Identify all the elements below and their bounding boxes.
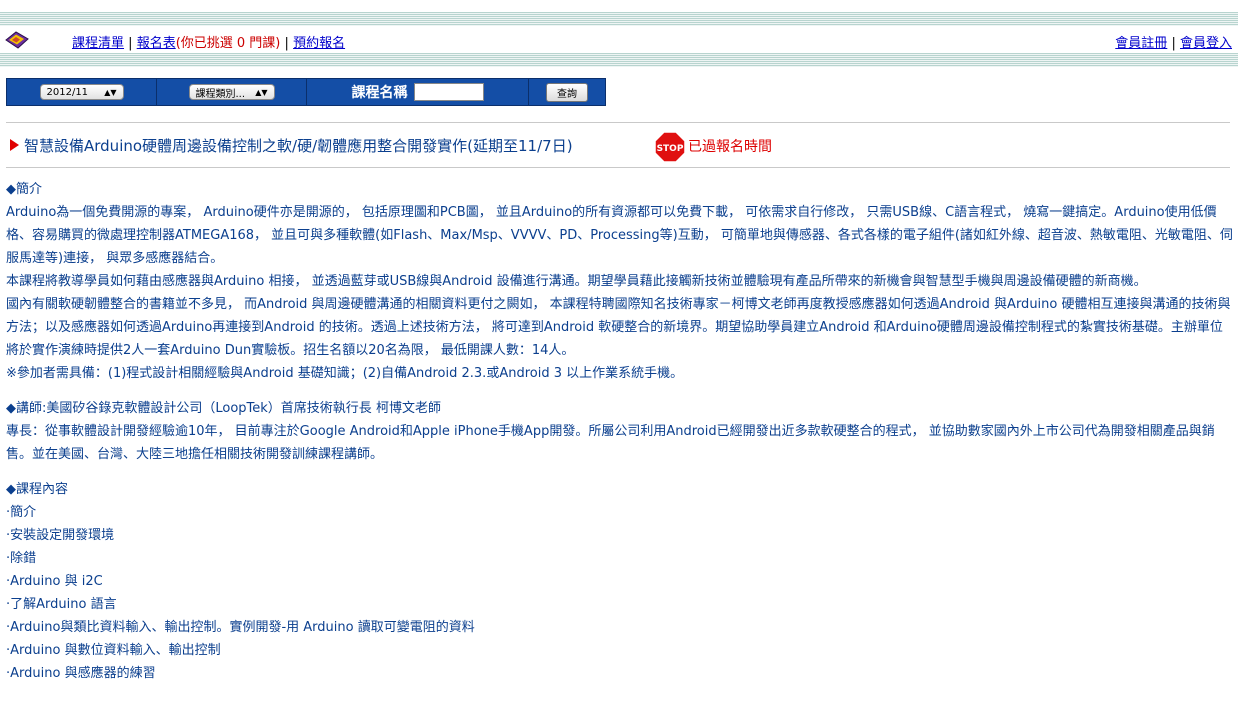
top-navigation: 課程清單 | 報名表(你已挑選 0 門課) | 預約報名 會員註冊 | 會員登入 <box>0 28 1238 52</box>
course-search-bar: 2012/11 ▲▼ 課程類別... ▲▼ 課程名稱 查詢 <box>6 78 606 106</box>
course-title: 智慧設備Arduino硬體周邊設備控制之軟/硬/韌體應用整合開發實作(延期至11… <box>24 137 573 155</box>
stop-sign-text: STOP <box>657 144 684 154</box>
category-select-value: 課程類別... <box>195 88 246 100</box>
course-name-label: 課程名稱 <box>351 85 408 101</box>
category-select[interactable]: 課程類別... ▲▼ <box>188 84 275 100</box>
category-cell: 課程類別... ▲▼ <box>157 79 307 105</box>
month-select-value: 2012/11 <box>46 86 89 98</box>
nav-right-links: 會員註冊 | 會員登入 <box>1115 32 1232 51</box>
lecturer-bio: 專長：從事軟體設計開發經驗逾10年， 目前專注於Google Android和A… <box>6 424 1215 462</box>
intro-paragraph: Arduino為一個免費開源的專案， Arduino硬件亦是開源的， 包括原理圖… <box>6 205 1233 266</box>
nav-separator: | <box>284 36 289 51</box>
select-arrows-icon: ▲▼ <box>104 87 117 97</box>
course-list-link[interactable]: 課程清單 <box>72 36 124 51</box>
bottom-decorative-stripe <box>0 53 1238 67</box>
signup-form-link[interactable]: 報名表 <box>137 36 176 51</box>
course-description: ◆簡介 Arduino為一個免費開源的專案， Arduino硬件亦是開源的， 包… <box>6 178 1234 685</box>
syllabus-item: ·安裝設定開發環境 <box>6 528 115 543</box>
intro-paragraph: 本課程將教導學員如何藉由感應器與Arduino 相接， 並透過藍芽或USB線與A… <box>6 274 1147 289</box>
syllabus-item: ·Arduino 與感應器的練習 <box>6 666 156 681</box>
intro-paragraph: 國內有關軟硬韌體整合的書籍並不多見， 而Android 與周邊硬體溝通的相關資料… <box>6 297 1231 358</box>
nav-left-links: 課程清單 | 報名表(你已挑選 0 門課) | 預約報名 <box>72 32 345 51</box>
member-login-link[interactable]: 會員登入 <box>1180 36 1232 51</box>
select-arrows-icon: ▲▼ <box>255 87 268 97</box>
registration-closed-status: 已過報名時間 <box>688 139 772 155</box>
red-triangle-icon <box>10 139 19 151</box>
intro-heading: ◆簡介 <box>6 182 42 197</box>
syllabus-item: ·簡介 <box>6 505 37 520</box>
month-select[interactable]: 2012/11 ▲▼ <box>39 84 124 100</box>
syllabus-item: ·除錯 <box>6 551 37 566</box>
book-logo-icon <box>4 30 30 50</box>
course-name-input[interactable] <box>413 83 484 101</box>
syllabus-item: ·Arduino 與 i2C <box>6 574 103 589</box>
member-register-link[interactable]: 會員註冊 <box>1115 36 1167 51</box>
syllabus-item: ·了解Arduino 語言 <box>6 597 117 612</box>
search-button-cell: 查詢 <box>529 79 605 105</box>
course-name-cell: 課程名稱 <box>307 79 529 105</box>
selected-course-count: (你已挑選 0 門課) <box>175 36 281 51</box>
search-button[interactable]: 查詢 <box>546 82 588 102</box>
nav-separator: | <box>1171 36 1176 51</box>
syllabus-heading: ◆課程內容 <box>6 482 68 497</box>
top-decorative-stripe <box>0 12 1238 26</box>
course-title-row: 智慧設備Arduino硬體周邊設備控制之軟/硬/韌體應用整合開發實作(延期至11… <box>6 122 1230 168</box>
syllabus-item: ·Arduino 與數位資料輸入、輸出控制 <box>6 643 221 658</box>
syllabus-item: ·Arduino與類比資料輸入、輸出控制。實例開發-用 Arduino 讀取可變… <box>6 620 475 635</box>
reserve-signup-link[interactable]: 預約報名 <box>293 36 345 51</box>
lecturer-heading: ◆講師:美國矽谷錄克軟體設計公司（LoopTek）首席技術執行長 柯博文老師 <box>6 401 441 416</box>
stop-sign-icon: STOP <box>654 131 686 163</box>
prerequisite-note: ※參加者需具備：(1)程式設計相關經驗與Android 基礎知識；(2)自備An… <box>6 366 684 381</box>
month-cell: 2012/11 ▲▼ <box>7 79 157 105</box>
nav-separator: | <box>128 36 133 51</box>
